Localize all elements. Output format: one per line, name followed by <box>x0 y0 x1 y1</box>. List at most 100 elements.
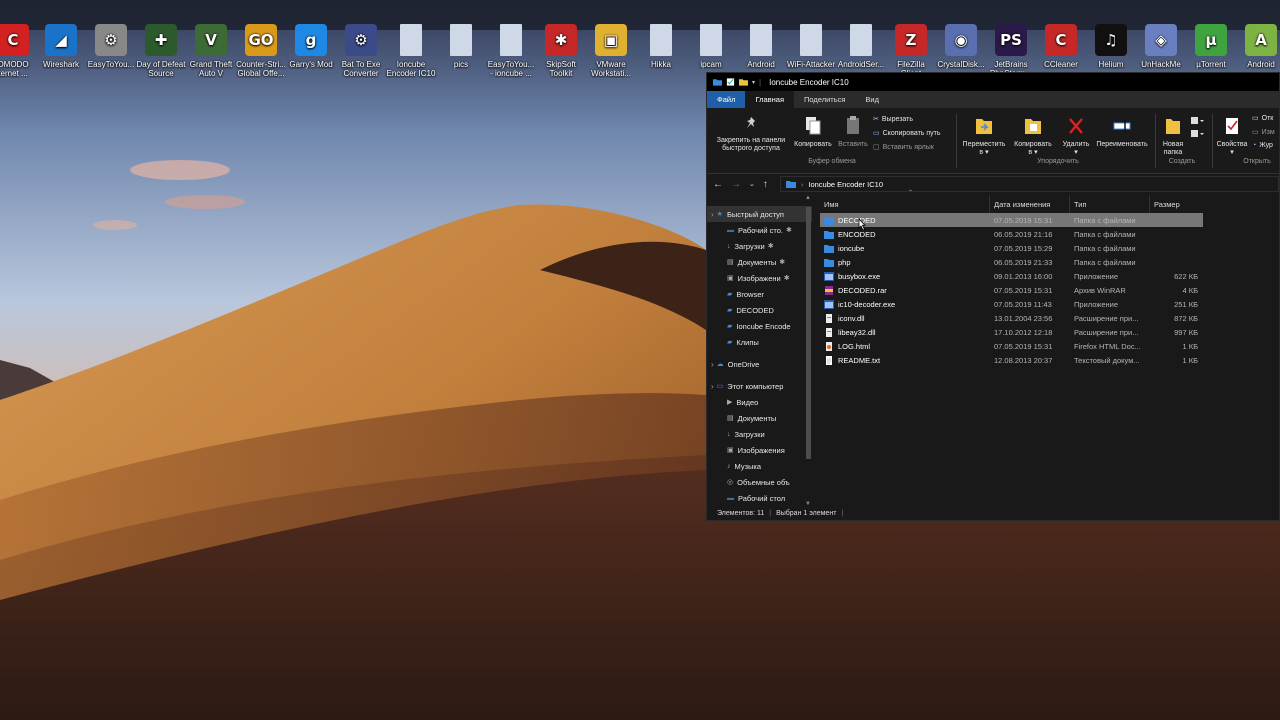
desktop-shortcut[interactable]: ◢ Wireshark <box>35 18 87 69</box>
nav-item[interactable]: ▤ Документы <box>707 410 812 426</box>
quick-access-dropdown-icon[interactable]: ▾ <box>752 79 755 86</box>
file-row[interactable]: busybox.exe 09.01.2013 16:00 Приложение 622… <box>820 269 1203 283</box>
desktop-shortcut[interactable]: ⚙ Bat To Exe Converter <box>335 18 387 78</box>
column-type[interactable]: Тип <box>1070 195 1150 213</box>
csgo-icon: GO <box>245 24 277 56</box>
desktop-shortcut[interactable]: Ioncube Encoder IC10 <box>385 18 437 78</box>
navigation-pane[interactable]: › ★ Быстрый доступ ▬ Рабочий сто. ✱ ↓ Загрузки ✱… <box>707 195 812 507</box>
nav-item[interactable]: ↓ Загрузки ✱ <box>707 238 812 254</box>
desktop-shortcut[interactable]: ✱ SkipSoft Toolkit <box>535 18 587 78</box>
delete-button[interactable]: Удалить ▾ <box>1057 116 1095 157</box>
copy-button[interactable]: Копировать <box>791 116 835 149</box>
file-row[interactable]: DECODED.rar 07.05.2019 15:31 Архив WinRAR 4… <box>820 283 1203 297</box>
column-name[interactable]: Имя <box>820 195 990 213</box>
nav-item[interactable]: ▣ Изображени ✱ <box>707 270 812 286</box>
nav-item[interactable]: ▬ Рабочий сто. ✱ <box>707 222 812 238</box>
desktop-shortcut[interactable]: V Grand Theft Auto V <box>185 18 237 78</box>
nav-item[interactable]: ↓ Загрузки <box>707 426 812 442</box>
nav-item[interactable]: ▤ Документы ✱ <box>707 254 812 270</box>
tab-share[interactable]: Поделиться <box>794 91 855 108</box>
desktop-shortcut[interactable]: GO Counter-Stri... Global Offe... <box>235 18 287 78</box>
tab-file[interactable]: Файл <box>707 91 746 108</box>
open-button[interactable]: ▭ Отк <box>1252 114 1273 123</box>
nav-item[interactable]: ▶ Видео <box>707 394 812 410</box>
cut-button[interactable]: ✂ Вырезать <box>873 115 913 124</box>
nav-item[interactable]: ▣ Изображения <box>707 442 812 458</box>
copy-to-button[interactable]: Копировать в ▾ <box>1009 116 1057 157</box>
history-button[interactable]: ◔ Жур <box>1252 142 1273 149</box>
desktop-shortcut[interactable]: WiFi-Attacker <box>785 18 837 69</box>
up-icon[interactable]: ↑ <box>763 179 768 190</box>
explorer-window[interactable]: ▾ | Ioncube Encoder IC10 Файл Главная По… <box>706 72 1280 521</box>
easy-access-icon[interactable] <box>1190 129 1204 139</box>
nav-item[interactable]: ♪ Музыка <box>707 458 812 474</box>
desktop-shortcut[interactable]: A Android <box>1235 18 1280 69</box>
file-row[interactable]: ENCODED 06.05.2019 21:16 Папка с файлами <box>820 227 1203 241</box>
desktop-shortcut[interactable]: ipcam <box>685 18 737 69</box>
file-row[interactable]: libeay32.dll 17.10.2012 12:18 Расширение п… <box>820 325 1203 339</box>
breadcrumb[interactable]: Ioncube Encoder IC10 <box>808 180 883 189</box>
nav-item[interactable]: › ▭ Этот компьютер <box>707 378 812 394</box>
file-row[interactable]: DECODED 07.05.2019 15:31 Папка с файлами <box>820 213 1203 227</box>
move-to-button[interactable]: Переместить в ▾ <box>959 116 1009 157</box>
nav-item[interactable]: ◎ Объемные объ <box>707 474 812 490</box>
tab-view[interactable]: Вид <box>855 91 889 108</box>
address-bar[interactable]: › Ioncube Encoder IC10 <box>779 176 1279 192</box>
desktop-shortcut[interactable]: ♫ Helium <box>1085 18 1137 69</box>
desktop-shortcut[interactable]: PSJetBrains PhpStorm... <box>985 18 1037 78</box>
file-row[interactable]: iconv.dll 13.01.2004 23:56 Расширение при.… <box>820 311 1203 325</box>
expand-chevron-icon[interactable]: › <box>711 210 714 219</box>
column-size[interactable]: Размер <box>1150 195 1210 213</box>
title-bar[interactable]: ▾ | Ioncube Encoder IC10 <box>707 73 1279 91</box>
scrollbar-thumb[interactable] <box>806 207 811 459</box>
column-date[interactable]: Дата изменения <box>990 195 1070 213</box>
navigation-scrollbar[interactable]: ▲ ▼ <box>804 195 812 507</box>
desktop-shortcut[interactable]: ZFileZilla Client <box>885 18 937 78</box>
desktop-shortcut[interactable]: AndroidSer... <box>835 18 887 69</box>
new-folder-button[interactable]: Новая папка <box>1157 116 1189 157</box>
forward-icon[interactable]: → <box>731 179 741 190</box>
desktop-shortcut[interactable]: ◈ UnHackMe <box>1135 18 1187 69</box>
desktop-shortcut[interactable]: EasyToYou... - ioncube ... <box>485 18 537 78</box>
edit-button[interactable]: ▭ Изм <box>1252 128 1275 137</box>
copy-path-button[interactable]: ▭ Скопировать путь <box>873 129 941 138</box>
desktop-shortcut[interactable]: g Garry's Mod <box>285 18 337 69</box>
nav-item[interactable]: ▰ Ioncube Encode <box>707 318 812 334</box>
properties-icon[interactable] <box>726 78 735 86</box>
back-icon[interactable]: ← <box>713 179 723 190</box>
pin-to-quick-access-button[interactable]: Закрепить на панели быстрого доступа <box>711 116 791 153</box>
nav-item[interactable]: ▰ Browser <box>707 286 812 302</box>
rename-button[interactable]: Переименовать <box>1093 116 1151 149</box>
desktop-shortcut[interactable]: ✚ Day of Defeat Source <box>135 18 187 78</box>
file-list-pane[interactable]: ⌃ Имя Дата изменения Тип Размер DECODED 0… <box>812 190 1279 507</box>
file-row[interactable]: ic10-decoder.exe 07.05.2019 11:43 Приложен… <box>820 297 1203 311</box>
paste-shortcut-button[interactable]: ▢ Вставить ярлык <box>873 143 934 152</box>
desktop-shortcut[interactable]: Android <box>735 18 787 69</box>
expand-chevron-icon[interactable]: › <box>711 382 714 391</box>
nav-item[interactable]: › ★ Быстрый доступ <box>707 206 812 222</box>
nav-item[interactable]: › ☁ OneDrive <box>707 356 812 372</box>
tab-home[interactable]: Главная <box>745 91 794 108</box>
desktop-shortcut[interactable]: µ µTorrent <box>1185 18 1237 69</box>
desktop-shortcut[interactable]: pics <box>435 18 487 69</box>
desktop-shortcut[interactable]: C CCleaner <box>1035 18 1087 69</box>
desktop-shortcut[interactable]: Hikka <box>635 18 687 69</box>
expand-chevron-icon[interactable]: › <box>711 360 714 369</box>
new-item-icon[interactable] <box>1190 116 1204 126</box>
recent-locations-chevron-icon[interactable]: ⌄ <box>749 180 755 188</box>
nav-item[interactable]: ▬ Рабочий стол <box>707 490 812 506</box>
nav-item[interactable]: ▰ Клипы <box>707 334 812 350</box>
properties-button[interactable]: Свойства ▾ <box>1214 116 1250 157</box>
file-row[interactable]: README.txt 12.08.2013 20:37 Текстовый доку… <box>820 353 1203 367</box>
file-row[interactable]: LOG.html 07.05.2019 15:31 Firefox HTML Doc… <box>820 339 1203 353</box>
file-row[interactable]: ioncube 07.05.2019 15:29 Папка с файлами <box>820 241 1203 255</box>
desktop-shortcut[interactable]: ⚙ EasyToYou... <box>85 18 137 69</box>
desktop-shortcut[interactable]: ▣ VMware Workstati... <box>585 18 637 78</box>
nav-item[interactable]: ▰ DECODED <box>707 302 812 318</box>
paste-button[interactable]: Вставить <box>835 116 871 149</box>
scroll-up-icon[interactable]: ▲ <box>805 195 811 201</box>
new-folder-icon[interactable] <box>739 78 748 86</box>
desktop-shortcut[interactable]: ◉ CrystalDisk... <box>935 18 987 69</box>
desktop-shortcut[interactable]: C OMODO ternet ... <box>0 18 39 78</box>
file-row[interactable]: php 06.05.2019 21:33 Папка с файлами <box>820 255 1203 269</box>
